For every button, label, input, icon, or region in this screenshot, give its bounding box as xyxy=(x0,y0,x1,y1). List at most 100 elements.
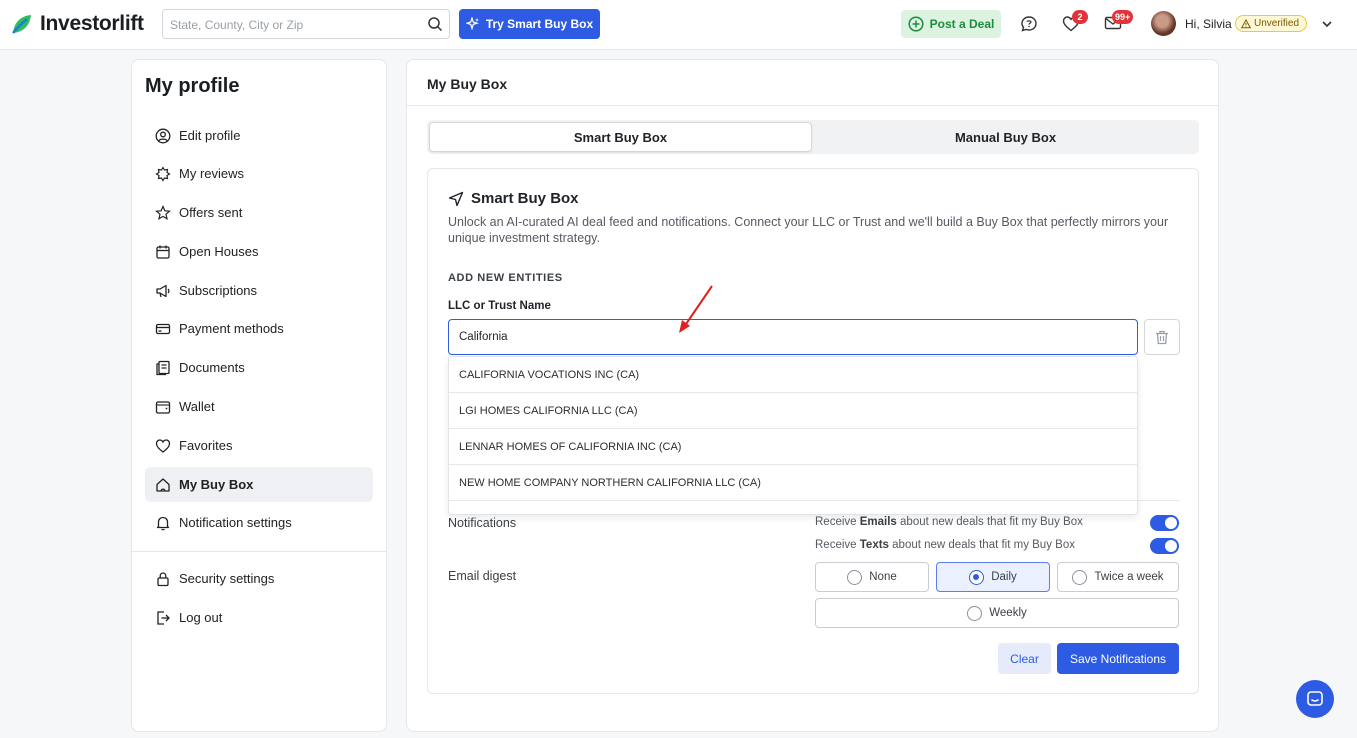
buy-box-panel: My Buy Box Smart Buy Box Manual Buy Box … xyxy=(406,59,1219,732)
user-circle-icon xyxy=(155,128,171,144)
clear-button[interactable]: Clear xyxy=(998,643,1051,674)
warning-icon xyxy=(1241,18,1251,29)
page-title: My Buy Box xyxy=(427,76,508,92)
sidebar-item-documents[interactable]: Documents xyxy=(145,350,373,385)
star-icon xyxy=(155,204,171,221)
chevron-down-icon[interactable] xyxy=(1321,18,1333,30)
suggestion-item[interactable]: NEW HOME COMPANY NORTHERN CALIFORNIA LLC… xyxy=(449,465,1137,501)
support-chat-button[interactable] xyxy=(1296,680,1334,718)
logo[interactable]: Investorlift xyxy=(10,12,144,36)
delete-entity-button[interactable] xyxy=(1144,319,1180,355)
radio-circle-icon xyxy=(847,569,863,585)
unverified-label: Unverified xyxy=(1254,18,1300,29)
digest-option-label: Weekly xyxy=(989,607,1027,619)
sidebar-title: My profile xyxy=(145,75,240,97)
search-placeholder: State, County, City or Zip xyxy=(170,18,304,32)
sidebar-item-security-settings[interactable]: Security settings xyxy=(145,561,373,596)
sidebar-item-my-buy-box[interactable]: My Buy Box xyxy=(145,467,373,502)
smart-buy-box-card: Smart Buy Box Unlock an AI-curated AI de… xyxy=(427,168,1199,694)
avatar[interactable] xyxy=(1151,11,1176,36)
text-notification-text: Receive Texts about new deals that fit m… xyxy=(815,539,1075,551)
digest-option-label: None xyxy=(869,571,897,583)
digest-option-none[interactable]: None xyxy=(815,562,929,592)
try-smart-buy-box-button[interactable]: Try Smart Buy Box xyxy=(459,9,600,39)
title-divider xyxy=(407,105,1218,106)
email-notification-toggle[interactable] xyxy=(1150,515,1179,531)
sidebar-item-log-out[interactable]: Log out xyxy=(145,600,373,635)
location-search-input[interactable]: State, County, City or Zip xyxy=(162,9,450,39)
favorites-heart-icon[interactable]: 2 xyxy=(1062,10,1088,32)
save-notifications-button[interactable]: Save Notifications xyxy=(1057,643,1179,674)
sidebar-item-label: Documents xyxy=(179,360,245,375)
sidebar-divider xyxy=(132,551,386,552)
sidebar-item-label: Notification settings xyxy=(179,515,292,530)
sparkle-icon xyxy=(465,17,480,31)
radio-selected-icon xyxy=(969,569,985,585)
plus-circle-icon xyxy=(908,16,924,32)
sidebar-item-favorites[interactable]: Favorites xyxy=(145,428,373,463)
card-description: Unlock an AI-curated AI deal feed and no… xyxy=(448,215,1169,245)
email-digest-label: Email digest xyxy=(448,569,517,583)
sidebar-item-offers-sent[interactable]: Offers sent xyxy=(145,195,373,230)
post-deal-button[interactable]: Post a Deal xyxy=(901,10,1001,38)
sidebar-item-label: Open Houses xyxy=(179,244,259,259)
lock-icon xyxy=(155,571,171,587)
tab-manual-buy-box[interactable]: Manual Buy Box xyxy=(814,122,1197,152)
sidebar-item-subscriptions[interactable]: Subscriptions xyxy=(145,273,373,308)
sidebar-item-label: Offers sent xyxy=(179,205,243,220)
unverified-status-badge[interactable]: Unverified xyxy=(1235,15,1308,32)
sidebar-item-label: My Buy Box xyxy=(179,477,254,492)
navigation-arrow-icon xyxy=(448,191,464,207)
star-badge-icon xyxy=(155,165,171,182)
profile-sidebar: My profile Edit profile My reviews Offer… xyxy=(131,59,387,732)
sidebar-item-my-reviews[interactable]: My reviews xyxy=(145,156,373,191)
tab-smart-buy-box[interactable]: Smart Buy Box xyxy=(429,122,812,152)
radio-circle-icon xyxy=(967,605,983,621)
top-bar: Investorlift State, County, City or Zip … xyxy=(0,0,1357,50)
search-icon[interactable] xyxy=(427,16,443,32)
digest-option-weekly[interactable]: Weekly xyxy=(815,598,1179,628)
calendar-icon xyxy=(155,244,171,260)
sidebar-item-label: My reviews xyxy=(179,166,245,181)
text-notification-toggle[interactable] xyxy=(1150,538,1179,554)
messages-count-badge: 99+ xyxy=(1112,10,1134,24)
documents-icon xyxy=(155,360,171,376)
leaf-logo-icon xyxy=(12,15,31,34)
digest-option-twice-a-week[interactable]: Twice a week xyxy=(1057,562,1179,592)
user-greeting: Hi, Silvia xyxy=(1185,17,1232,31)
sidebar-item-notification-settings[interactable]: Notification settings xyxy=(145,505,373,540)
heart-icon xyxy=(155,438,171,454)
buy-box-tabs: Smart Buy Box Manual Buy Box xyxy=(427,120,1199,154)
sidebar-item-open-houses[interactable]: Open Houses xyxy=(145,234,373,269)
llc-trust-name-input[interactable] xyxy=(448,319,1138,355)
home-icon xyxy=(155,477,171,493)
sidebar-item-payment-methods[interactable]: Payment methods xyxy=(145,311,373,346)
trash-icon xyxy=(1155,330,1169,345)
messages-mail-icon[interactable]: 99+ xyxy=(1104,10,1134,31)
suggestion-item[interactable]: LGI HOMES CALIFORNIA LLC (CA) xyxy=(449,393,1137,429)
sidebar-item-label: Log out xyxy=(179,610,223,625)
post-deal-label: Post a Deal xyxy=(929,17,995,31)
digest-option-label: Twice a week xyxy=(1094,571,1164,583)
suggestion-item[interactable]: LENNAR HOMES OF CALIFORNIA INC (CA) xyxy=(449,429,1137,465)
megaphone-icon xyxy=(155,283,171,299)
sidebar-item-label: Payment methods xyxy=(179,321,284,336)
sidebar-item-edit-profile[interactable]: Edit profile xyxy=(145,118,373,153)
sidebar-item-label: Edit profile xyxy=(179,128,241,143)
digest-option-daily[interactable]: Daily xyxy=(936,562,1050,592)
suggestion-item[interactable]: CALIFORNIA VOCATIONS INC (CA) xyxy=(449,357,1137,393)
chat-icon[interactable] xyxy=(1020,15,1038,33)
radio-circle-icon xyxy=(1072,569,1088,585)
add-entities-heading: ADD NEW ENTITIES xyxy=(448,272,563,284)
sidebar-item-label: Subscriptions xyxy=(179,283,258,298)
entity-suggestions-dropdown: CALIFORNIA VOCATIONS INC (CA) LGI HOMES … xyxy=(448,356,1138,515)
card-title: Smart Buy Box xyxy=(448,190,579,207)
favorites-count-badge: 2 xyxy=(1072,10,1088,24)
llc-trust-name-label: LLC or Trust Name xyxy=(448,300,551,312)
logo-text: Investorlift xyxy=(40,12,144,35)
chat-bubble-icon xyxy=(1306,690,1324,708)
sidebar-item-label: Favorites xyxy=(179,438,233,453)
try-smart-buy-box-label: Try Smart Buy Box xyxy=(485,17,594,31)
sidebar-item-wallet[interactable]: Wallet xyxy=(145,389,373,424)
bell-icon xyxy=(155,515,171,531)
